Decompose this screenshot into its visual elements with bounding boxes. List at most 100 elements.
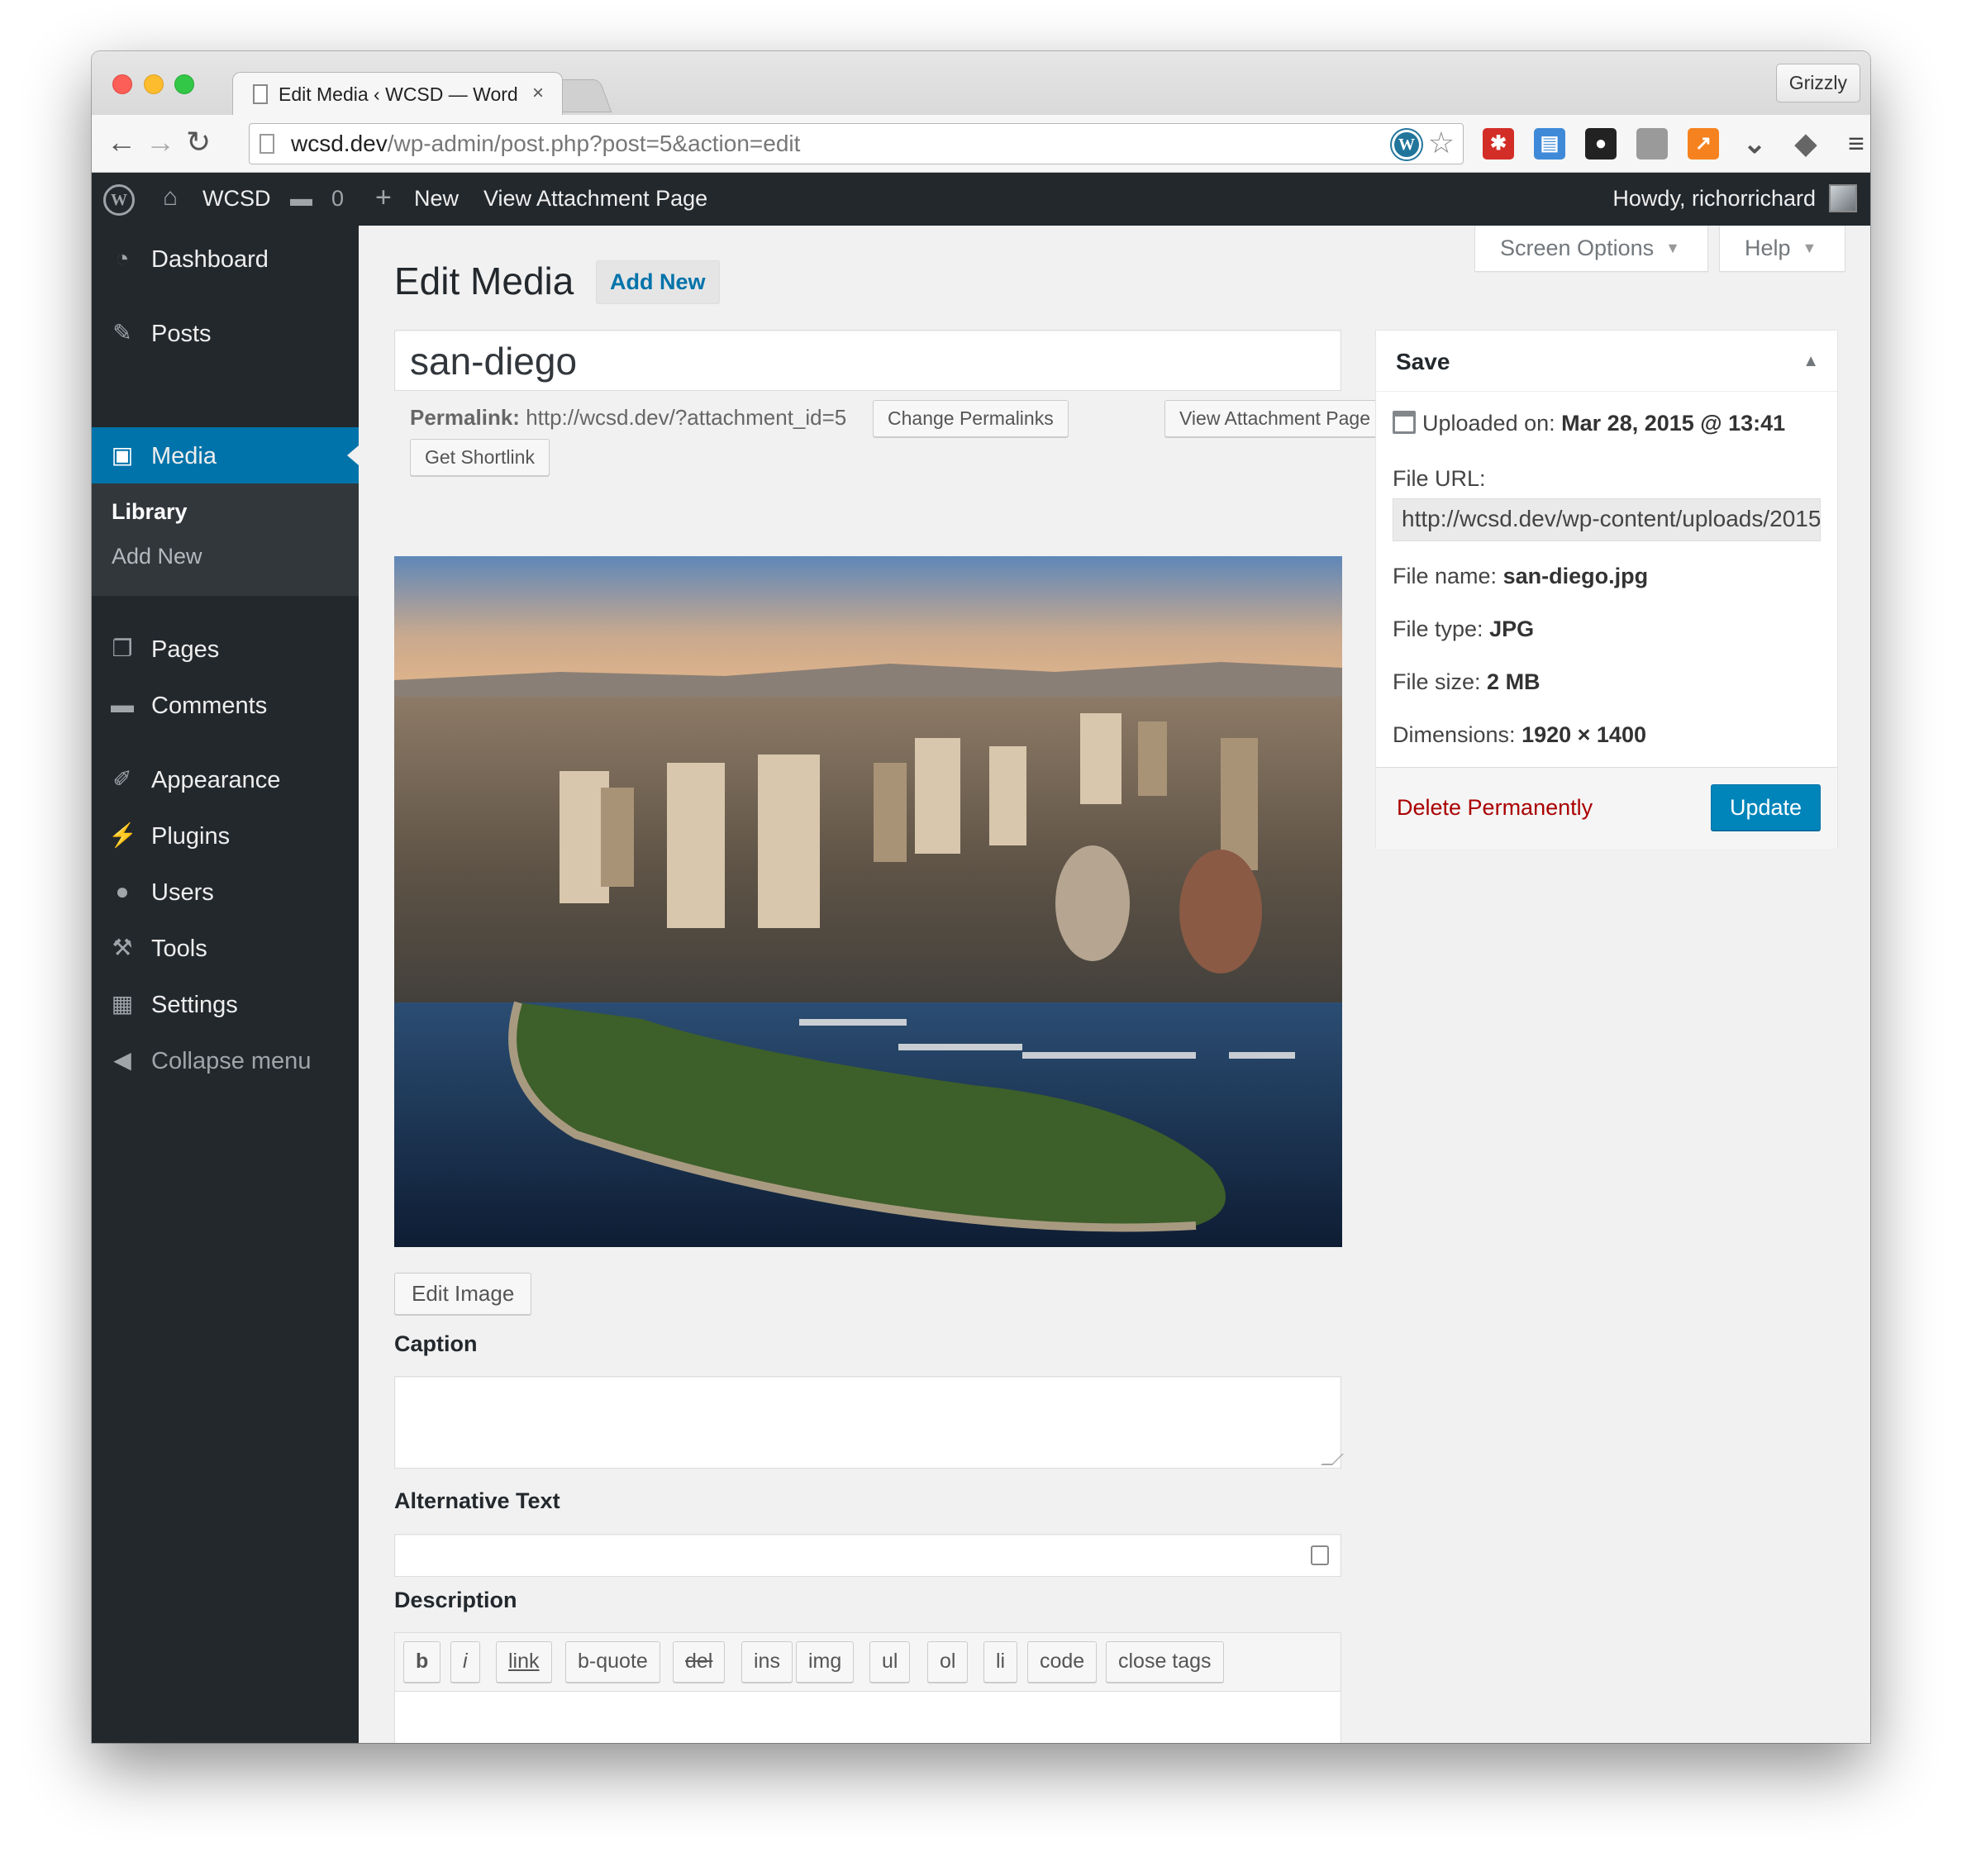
view-attachment-link[interactable]: View Attachment Page xyxy=(483,186,707,212)
description-textarea[interactable] xyxy=(394,1692,1341,1743)
analytics-icon[interactable]: ↗ xyxy=(1688,128,1719,160)
quicktag-del-button[interactable]: del xyxy=(673,1641,726,1683)
folder-icon[interactable]: ▤ xyxy=(1534,128,1565,160)
zoom-window-button[interactable] xyxy=(174,74,194,94)
wordpress-extension-icon[interactable]: W xyxy=(1392,130,1421,160)
sidebar-item-settings[interactable]: ▦ Settings xyxy=(92,976,359,1032)
collapse-menu-button[interactable]: ◀ Collapse menu xyxy=(92,1032,359,1088)
permalink: Permalink: http://wcsd.dev/?attachment_i… xyxy=(410,405,846,431)
change-permalinks-button[interactable]: Change Permalinks xyxy=(873,400,1069,437)
lastpass-icon[interactable]: ✱ xyxy=(1483,128,1514,160)
comments-count[interactable]: 0 xyxy=(331,186,344,212)
sidebar-item-label: Comments xyxy=(151,693,268,719)
avatar[interactable] xyxy=(1829,184,1857,212)
site-name-link[interactable]: WCSD xyxy=(202,186,271,212)
admin-sidebar: ◔ Dashboard ✎ Posts ▣ Media Library Add … xyxy=(92,226,359,1743)
sidebar-item-media[interactable]: ▣ Media xyxy=(92,427,359,483)
feather-icon[interactable]: ✎ xyxy=(1636,128,1668,160)
drop-icon[interactable]: ◆ xyxy=(1790,128,1822,160)
delete-permanently-link[interactable]: Delete Permanently xyxy=(1397,795,1593,821)
caption-textarea[interactable] xyxy=(394,1376,1344,1469)
sidebar-item-tools[interactable]: ⚒ Tools xyxy=(92,920,359,976)
quicktag-close-tags-button[interactable]: close tags xyxy=(1106,1641,1224,1683)
sidebar-item-label: Tools xyxy=(151,936,207,962)
wordpress-logo-icon[interactable]: W xyxy=(103,184,135,216)
comment-icon: ▬ xyxy=(111,692,134,717)
quicktag-b-quote-button[interactable]: b-quote xyxy=(565,1641,660,1683)
media-preview-image xyxy=(394,556,1342,1247)
pages-icon: ❐ xyxy=(112,636,133,661)
quicktag-link-button[interactable]: link xyxy=(496,1641,552,1683)
bookmark-star-icon[interactable]: ☆ xyxy=(1428,126,1455,160)
get-shortlink-button[interactable]: Get Shortlink xyxy=(410,439,550,476)
tab-bar: Edit Media ‹ WCSD — WordPress × Grizzly xyxy=(92,51,1870,115)
sidebar-item-posts[interactable]: ✎ Posts xyxy=(92,305,359,361)
collapse-arrow-icon: ◀ xyxy=(113,1047,131,1073)
sidebar-item-label: Users xyxy=(151,879,214,906)
help-button[interactable]: Help ▼ xyxy=(1719,226,1845,272)
alt-text-label: Alternative Text xyxy=(394,1488,560,1513)
quicktag-ins-button[interactable]: ins xyxy=(741,1641,793,1683)
view-attachment-page-button[interactable]: View Attachment Page xyxy=(1164,400,1385,437)
sidebar-item-label: Appearance xyxy=(151,767,281,793)
page-title: Edit Media xyxy=(394,259,574,302)
quicktag-b-button[interactable]: b xyxy=(403,1641,441,1683)
quicktag-ul-button[interactable]: ul xyxy=(869,1641,911,1683)
brush-icon: ✐ xyxy=(112,766,132,792)
collapse-menu-label: Collapse menu xyxy=(151,1048,312,1074)
sidebar-item-users[interactable]: ● Users xyxy=(92,864,359,920)
pocket-icon[interactable]: ⌄ xyxy=(1739,128,1770,160)
title-input[interactable]: san-diego xyxy=(394,330,1341,391)
sidebar-item-appearance[interactable]: ✐ Appearance xyxy=(92,751,359,807)
buffer-icon[interactable]: ● xyxy=(1585,128,1617,160)
edit-image-button[interactable]: Edit Image xyxy=(394,1273,532,1315)
sidebar-item-plugins[interactable]: ⚡ Plugins xyxy=(92,807,359,864)
tab-close-icon[interactable]: × xyxy=(532,82,544,105)
comment-bubble-icon: ▬ xyxy=(290,186,312,211)
sidebar-item-dashboard[interactable]: ◔ Dashboard xyxy=(92,231,359,287)
screen-options-button[interactable]: Screen Options ▼ xyxy=(1474,226,1708,272)
quicktag-ol-button[interactable]: ol xyxy=(927,1641,969,1683)
tab-title: Edit Media ‹ WCSD — WordPress xyxy=(279,83,518,105)
sidebar-item-label: Plugins xyxy=(151,823,231,850)
quicktag-li-button[interactable]: li xyxy=(983,1641,1018,1683)
main-content: Screen Options ▼ Help ▼ Edit Media Add New… xyxy=(359,226,1870,1743)
update-button[interactable]: Update xyxy=(1711,784,1821,831)
profile-button[interactable]: Grizzly xyxy=(1775,64,1860,102)
users-icon: ● xyxy=(115,878,130,904)
file-name: File name: san-diego.jpg xyxy=(1393,564,1649,588)
new-content-link[interactable]: New xyxy=(414,186,459,212)
dimensions: Dimensions: 1920 × 1400 xyxy=(1393,722,1646,747)
reload-icon[interactable]: ↻ xyxy=(186,126,211,159)
file-url-input[interactable]: http://wcsd.dev/wp-content/uploads/2015/… xyxy=(1393,498,1821,541)
address-bar[interactable]: wcsd.dev/wp-admin/post.php?post=5&action… xyxy=(249,123,1464,164)
save-metabox: Save ▲ Uploaded on: Mar 28, 2015 @ 13:41… xyxy=(1375,330,1838,849)
save-metabox-header[interactable]: Save ▲ xyxy=(1376,331,1837,392)
quicktag-img-button[interactable]: img xyxy=(796,1641,855,1683)
alt-text-input[interactable] xyxy=(394,1534,1341,1577)
forward-arrow-icon[interactable]: → xyxy=(145,126,175,159)
quicktag-code-button[interactable]: code xyxy=(1027,1641,1098,1683)
sidebar-item-label: Posts xyxy=(151,321,212,347)
quicktag-i-button[interactable]: i xyxy=(450,1641,480,1683)
close-window-button[interactable] xyxy=(112,74,132,94)
san-diego-aerial-photo xyxy=(394,556,1342,1247)
contact-card-icon xyxy=(1311,1545,1329,1565)
add-new-button[interactable]: Add New xyxy=(596,260,720,304)
caption-label: Caption xyxy=(394,1331,478,1356)
minimize-window-button[interactable] xyxy=(144,74,164,94)
submenu-item-add-new[interactable]: Add New xyxy=(112,544,202,569)
url-text[interactable]: wcsd.dev/wp-admin/post.php?post=5&action… xyxy=(291,131,800,157)
resize-grip-icon[interactable] xyxy=(1321,1454,1344,1465)
sidebar-item-comments[interactable]: ▬ Comments xyxy=(92,677,359,733)
sidebar-item-pages[interactable]: ❐ Pages xyxy=(92,621,359,677)
browser-tab[interactable]: Edit Media ‹ WCSD — WordPress × xyxy=(232,72,563,115)
submenu-item-library[interactable]: Library xyxy=(112,499,188,525)
back-arrow-icon[interactable]: ← xyxy=(107,126,136,159)
permalink-url[interactable]: http://wcsd.dev/?attachment_id=5 xyxy=(526,405,846,430)
menu-icon[interactable]: ≡ xyxy=(1841,128,1870,160)
file-type: File type: JPG xyxy=(1393,617,1535,641)
document-icon xyxy=(253,84,268,104)
howdy-account[interactable]: Howdy, richorrichard xyxy=(1612,186,1816,212)
collapse-toggle-icon[interactable]: ▲ xyxy=(1802,352,1819,371)
